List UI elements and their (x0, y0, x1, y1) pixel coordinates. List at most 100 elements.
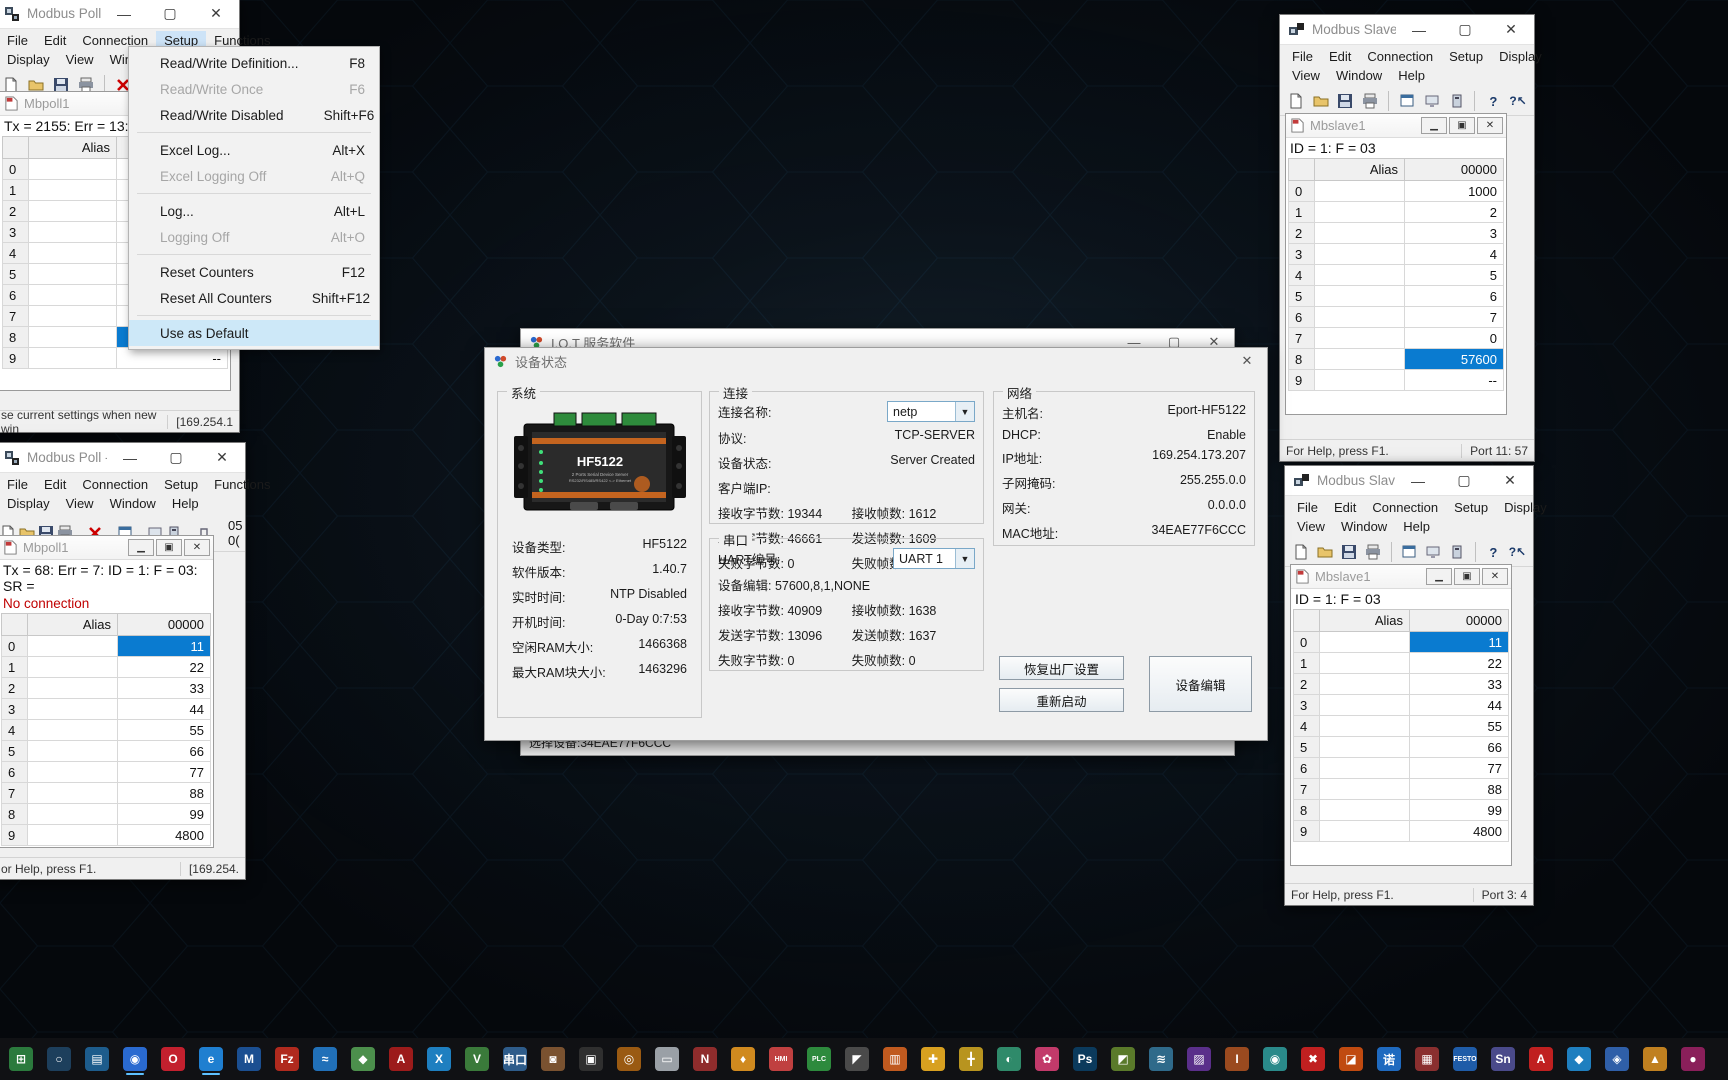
row-value[interactable]: 22 (1409, 652, 1509, 674)
menu-edit[interactable]: Edit (36, 31, 74, 50)
menu-window[interactable]: Window (1328, 66, 1390, 85)
table-row[interactable]: 5 66 (1, 740, 211, 762)
row-alias[interactable] (27, 761, 118, 783)
new-file-icon[interactable] (1285, 90, 1307, 112)
table-row[interactable]: 70 (1288, 327, 1504, 349)
device-icon[interactable] (1446, 90, 1468, 112)
print-icon[interactable] (1362, 541, 1383, 563)
taskbar-item-start[interactable]: ⊞ (5, 1042, 37, 1076)
help-icon[interactable]: ? (1482, 90, 1504, 112)
taskbar-item-chrome[interactable]: ◉ (119, 1042, 151, 1076)
taskbar-item-taskview[interactable]: ▤ (81, 1042, 113, 1076)
row-value[interactable]: 0 (1404, 327, 1504, 349)
taskbar-item-opera[interactable]: O (157, 1042, 189, 1076)
menu-connection[interactable]: Connection (1359, 47, 1441, 66)
taskbar-item-app29[interactable]: ◩ (1107, 1042, 1139, 1076)
row-alias[interactable] (1314, 327, 1405, 349)
taskbar-item-app9[interactable]: ◆ (347, 1042, 379, 1076)
taskbar-item-app16[interactable]: ◎ (613, 1042, 645, 1076)
poll-bottom-grid[interactable]: Alias 00000 0 11 1 22 2 33 3 44 4 55 5 66 6 77 7 88 8 99 9… (1, 613, 211, 846)
taskbar-item-app42[interactable]: ◈ (1601, 1042, 1633, 1076)
taskbar[interactable]: ⊞ ○ ▤ ◉ Oe M Fz ≈ ◆ A X V 串口 ◙ ▣ ◎ ▭ N ♦ HMI PLC ◤ ▥ ✚ ╋ ◐ ✿ Ps ◩ ≋ ▨ I… (0, 1038, 1728, 1080)
row-alias[interactable] (1319, 631, 1410, 653)
menu-display[interactable]: Display (1491, 47, 1550, 66)
menu-display[interactable]: Display (0, 494, 58, 513)
menu-window[interactable]: Window (1333, 517, 1395, 536)
row-value[interactable]: 44 (117, 698, 211, 720)
table-row[interactable]: 8 99 (1, 803, 211, 825)
table-row[interactable]: 0 11 (1, 635, 211, 657)
row-value[interactable]: -- (116, 347, 228, 369)
menu-item[interactable]: Reset All Counters Shift+F12 (129, 285, 379, 311)
open-folder-icon[interactable] (1314, 541, 1335, 563)
table-row[interactable]: 8 57600 (1288, 348, 1504, 370)
row-value[interactable]: 5 (1404, 264, 1504, 286)
menu-edit[interactable]: Edit (36, 475, 74, 494)
menu-connection[interactable]: Connection (74, 475, 156, 494)
row-alias[interactable] (1314, 222, 1405, 244)
new-file-icon[interactable] (1290, 541, 1311, 563)
row-value[interactable]: 99 (117, 803, 211, 825)
slave-bottom-grid[interactable]: Alias 00000 0 11 1 22 2 33 3 44 4 55 5 66 6 77 7 88 8 99 9… (1293, 609, 1509, 842)
menu-file[interactable]: File (1289, 498, 1326, 517)
taskbar-item-app40[interactable]: A (1525, 1042, 1557, 1076)
row-value[interactable]: 4 (1404, 243, 1504, 265)
row-alias[interactable] (28, 221, 117, 243)
taskbar-item-app23[interactable]: ▥ (879, 1042, 911, 1076)
row-alias[interactable] (27, 698, 118, 720)
mbpoll1-bottom-mdi-child[interactable]: Mbpoll1 ▁ ▣ ✕ Tx = 68: Err = 7: ID = 1: … (0, 535, 214, 848)
row-alias[interactable] (28, 326, 117, 348)
mdi-restore-button[interactable]: ▣ (1454, 568, 1480, 585)
table-row[interactable]: 9 -- (1288, 369, 1504, 391)
row-alias[interactable] (1319, 715, 1410, 737)
minimize-button[interactable]: — (107, 443, 153, 473)
row-alias[interactable] (27, 740, 118, 762)
menu-edit[interactable]: Edit (1321, 47, 1359, 66)
chevron-down-icon[interactable]: ▼ (955, 402, 974, 421)
row-value[interactable]: 66 (1409, 736, 1509, 758)
menu-help[interactable]: Help (164, 494, 207, 513)
row-alias[interactable] (1319, 673, 1410, 695)
device-edit-button[interactable]: 设备编辑 (1149, 656, 1252, 712)
row-alias[interactable] (28, 263, 117, 285)
taskbar-item-photoshop[interactable]: Ps (1069, 1042, 1101, 1076)
connection-name-combo[interactable]: netp ▼ (887, 401, 975, 422)
mdi-close-button[interactable]: ✕ (184, 539, 210, 556)
row-alias[interactable] (1314, 348, 1405, 370)
menu-connection[interactable]: Connection (1364, 498, 1446, 517)
table-row[interactable]: 4 55 (1293, 715, 1509, 737)
table-row[interactable]: 56 (1288, 285, 1504, 307)
row-alias[interactable] (1314, 243, 1405, 265)
row-alias[interactable] (27, 719, 118, 741)
row-alias[interactable] (28, 305, 117, 327)
taskbar-item-vscode[interactable]: X (423, 1042, 455, 1076)
close-button[interactable]: ✕ (193, 0, 239, 29)
row-alias[interactable] (1319, 757, 1410, 779)
row-value[interactable]: 66 (117, 740, 211, 762)
table-row[interactable]: 9 -- (2, 347, 228, 369)
minimize-button[interactable]: — (1396, 15, 1442, 45)
table-row[interactable]: 3 44 (1293, 694, 1509, 716)
display-icon[interactable] (1423, 541, 1444, 563)
context-help-icon[interactable]: ?↖ (1507, 541, 1528, 563)
taskbar-item-plc[interactable]: PLC (803, 1042, 835, 1076)
row-alias[interactable] (28, 242, 117, 264)
open-folder-icon[interactable] (1310, 90, 1332, 112)
menu-functions[interactable]: Functions (206, 475, 278, 494)
row-value[interactable]: -- (1404, 369, 1504, 391)
row-value[interactable]: 44 (1409, 694, 1509, 716)
row-alias[interactable] (28, 179, 117, 201)
table-row[interactable]: 7 88 (1293, 778, 1509, 800)
close-button[interactable]: ✕ (1488, 15, 1534, 45)
menu-file[interactable]: File (1284, 47, 1321, 66)
table-row[interactable]: 0 1000 (1288, 180, 1504, 202)
row-value[interactable]: 11 (117, 635, 211, 657)
menu-item[interactable]: Excel Log... Alt+X (129, 137, 379, 163)
row-alias[interactable] (27, 656, 118, 678)
taskbar-item-festo[interactable]: FESTO (1449, 1042, 1481, 1076)
table-row[interactable]: 23 (1288, 222, 1504, 244)
row-value[interactable]: 3 (1404, 222, 1504, 244)
table-row[interactable]: 5 66 (1293, 736, 1509, 758)
maximize-button[interactable]: ▢ (1442, 15, 1488, 45)
taskbar-item-app31[interactable]: ▨ (1183, 1042, 1215, 1076)
